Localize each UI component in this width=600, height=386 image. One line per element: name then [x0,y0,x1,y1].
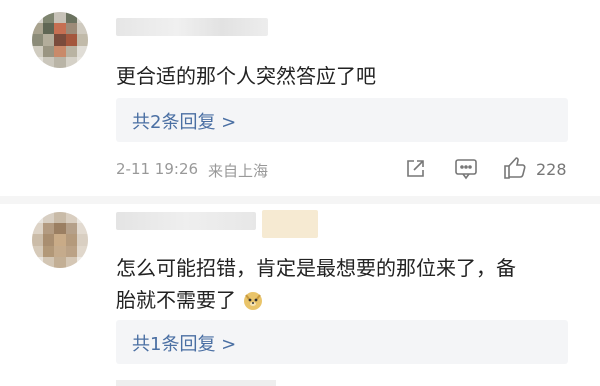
comment-text: 更合适的那个人突然答应了吧 [116,64,376,88]
username-blurred[interactable] [116,212,256,230]
avatar-image [32,212,88,268]
username-blurred[interactable] [116,18,268,36]
comment-date: 2-11 19:26 [116,160,199,178]
avatar[interactable] [32,212,88,268]
next-meta-blurred [116,380,276,386]
reply-box[interactable]: 共1条回复 > [116,320,568,364]
comment-text-line-2: 胎就不需要了 [116,284,264,313]
comment-text-line-1: 怎么可能招错，肯定是最想要的那位来了，备 [116,256,516,280]
like-count: 228 [536,160,567,179]
view-replies-link[interactable]: 共2条回复 > [132,108,236,134]
comment-icon[interactable] [454,158,478,184]
reply-box[interactable]: 共2条回复 > [116,98,568,142]
comment-item: 更合适的那个人突然答应了吧 共2条回复 > 2-11 19:26 来自上海 22… [0,0,600,196]
user-badge-blurred [262,210,318,238]
comment-text: 胎就不需要了 [116,288,236,312]
thumbs-up-icon[interactable] [502,156,528,184]
share-icon[interactable] [404,158,426,184]
avatar[interactable] [32,12,88,68]
doge-emoji [242,289,264,311]
view-replies-link[interactable]: 共1条回复 > [132,330,236,356]
avatar-image [32,12,88,68]
comment-location: 来自上海 [208,162,269,180]
